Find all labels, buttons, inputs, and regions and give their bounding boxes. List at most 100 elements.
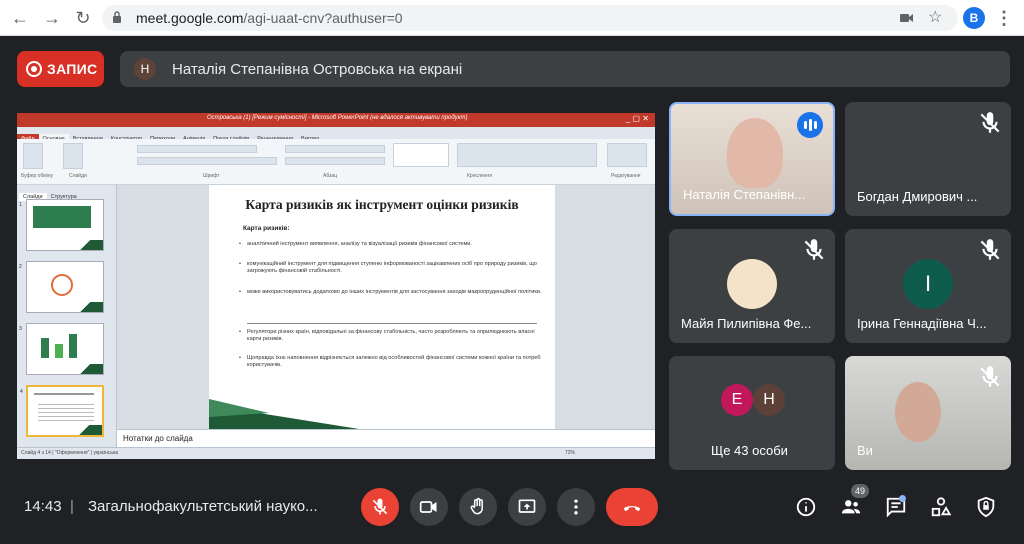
recording-label: ЗАПИС: [47, 61, 98, 77]
participant-name: Ірина Геннадіївна Ч...: [857, 316, 987, 331]
paste-icon: [23, 143, 43, 169]
participant-name: Ви: [857, 443, 873, 458]
participant-tile[interactable]: Майя Пилипівна Фе...: [669, 229, 835, 343]
status-text: Слайд 4 з 14 | "Оформлення" | українська: [21, 450, 119, 456]
participant-name: Майя Пилипівна Фе...: [681, 316, 812, 331]
reload-icon[interactable]: ↻: [73, 8, 93, 28]
ribbon-group-label: Абзац: [323, 173, 338, 179]
mic-off-icon: [804, 239, 824, 260]
people-icon[interactable]: [840, 496, 862, 518]
notes-placeholder: Нотатки до слайда: [123, 434, 193, 443]
participant-tile[interactable]: Наталія Степанівн...: [669, 102, 835, 216]
editing-tools: [607, 143, 647, 167]
ppt-ribbon-tabs: ФайлОсновнеВставленняКонструкторПереходи…: [17, 127, 655, 144]
url-text: meet.google.com/agi-uaat-cnv?authuser=0: [136, 10, 403, 26]
slide: Карта ризиків як інструмент оцінки ризик…: [209, 185, 555, 429]
address-bar[interactable]: meet.google.com/agi-uaat-cnv?authuser=0 …: [102, 5, 958, 31]
mic-off-icon: [980, 112, 1000, 133]
ribbon-group-label: Шрифт: [203, 173, 220, 179]
present-icon: [518, 499, 536, 513]
zoom-level: 72%: [565, 450, 576, 456]
leave-call-button[interactable]: [606, 488, 658, 526]
slide-bullet: може використовуватись додатково до інши…: [239, 289, 543, 296]
participant-name: Богдан Дмирович ...: [857, 189, 978, 204]
ribbon-group-label: Креслення: [467, 173, 492, 179]
profile-avatar[interactable]: B: [963, 7, 985, 29]
record-dot-icon: [26, 61, 42, 77]
back-arrow-icon[interactable]: ←: [10, 8, 30, 28]
meet-window: ← → ↻ meet.google.com/agi-uaat-cnv?authu…: [0, 0, 1024, 544]
more-options-button[interactable]: [557, 488, 595, 526]
bookmark-star-icon[interactable]: ☆: [928, 7, 942, 27]
shapes-gallery: [393, 143, 449, 167]
participant-tile[interactable]: Богдан Дмирович ...: [845, 102, 1011, 216]
slides-pane: Слайди Структура 1 2 3 4: [17, 185, 117, 447]
clock: 14:43: [24, 498, 62, 515]
browser-toolbar: ← → ↻ meet.google.com/agi-uaat-cnv?authu…: [0, 0, 1024, 36]
slide-thumbnail-active: 4: [20, 385, 104, 437]
participant-name: Наталія Степанівн...: [683, 187, 806, 202]
slide-title: Карта ризиків як інструмент оцінки ризик…: [245, 197, 519, 212]
chat-notification-dot: [899, 495, 906, 502]
drawing-tools: [457, 143, 597, 167]
self-video: [895, 382, 941, 442]
mic-toggle-button[interactable]: [361, 488, 399, 526]
url-path: /agi-uaat-cnv?authuser=0: [243, 10, 403, 26]
host-controls-shield-icon[interactable]: [975, 496, 997, 518]
camera-permission-icon[interactable]: [900, 12, 914, 24]
align-row: [285, 157, 385, 165]
shared-screen: Островська (1) [Режим сумісності] - Micr…: [17, 113, 655, 459]
ppt-ribbon: Буфер обміну Слайди Шрифт Абзац Кресленн…: [17, 139, 655, 185]
call-controls-bar: 14:43 | Загальнофакультетський науко... …: [0, 476, 1024, 544]
participant-tile[interactable]: І Ірина Геннадіївна Ч...: [845, 229, 1011, 343]
paragraph-row: [285, 145, 385, 153]
forward-arrow-icon[interactable]: →: [42, 8, 62, 28]
font-format-row: [137, 157, 277, 165]
url-host: meet.google.com: [136, 10, 244, 26]
recording-indicator[interactable]: ЗАПИС: [17, 51, 104, 87]
slide-thumbnail: 1: [19, 199, 104, 251]
slide-decoration: [209, 399, 359, 429]
window-controls-icon: _ ▢ ✕: [625, 114, 649, 123]
slide-canvas: Карта ризиків як інструмент оцінки ризик…: [117, 185, 655, 429]
ribbon-group-label: Редагування: [611, 173, 641, 179]
pane-tabs: Слайди Структура: [19, 185, 115, 201]
more-vert-icon[interactable]: ⋮: [994, 8, 1014, 28]
mic-off-icon: [980, 239, 1000, 260]
slide-subtitle: Карта ризиків:: [243, 225, 290, 232]
ribbon-group-label: Буфер обміну: [21, 173, 54, 179]
camera-toggle-button[interactable]: [410, 488, 448, 526]
ppt-statusbar: Слайд 4 з 14 | "Оформлення" | українська…: [17, 447, 655, 459]
participant-avatar: І: [903, 259, 953, 309]
call-end-icon: [623, 506, 641, 512]
more-vert-icon: [574, 499, 578, 515]
presenter-avatar: Н: [134, 58, 156, 80]
meeting-title: Загальнофакультетський науко...: [88, 498, 318, 515]
presenter-banner: Н Наталія Степанівна Островська на екран…: [120, 51, 1010, 87]
slide-bullet: Регулятори різних країн, відповідальні з…: [239, 329, 543, 343]
participant-photo-avatar: [727, 259, 777, 309]
slide-bullet: аналітичний інструмент виявлення, аналіз…: [239, 241, 543, 248]
new-slide-icon: [63, 143, 83, 169]
self-tile[interactable]: Ви: [845, 356, 1011, 470]
lock-icon: [113, 11, 121, 23]
ppt-titlebar: Островська (1) [Режим сумісності] - Micr…: [17, 113, 655, 127]
mic-off-icon: [372, 498, 388, 515]
participant-video: [727, 118, 783, 188]
info-icon[interactable]: [795, 496, 817, 518]
slide-thumbnail: 3: [19, 323, 104, 375]
participant-avatar: Е: [721, 384, 753, 416]
ribbon-group-label: Слайди: [69, 173, 87, 179]
slide-divider: [247, 323, 537, 324]
font-select: [137, 145, 257, 153]
more-participants-tile[interactable]: Е Н Ще 43 особи: [669, 356, 835, 470]
raise-hand-button[interactable]: [459, 488, 497, 526]
present-screen-button[interactable]: [508, 488, 546, 526]
speaking-indicator-icon: [797, 112, 823, 138]
ppt-window-title: Островська (1) [Режим сумісності] - Micr…: [207, 115, 468, 121]
hand-icon: [470, 497, 483, 515]
presenter-label: Наталія Степанівна Островська на екрані: [172, 61, 463, 78]
activities-icon[interactable]: [930, 496, 952, 518]
notes-pane: Нотатки до слайда: [117, 429, 655, 447]
people-count-badge: 49: [851, 484, 869, 498]
